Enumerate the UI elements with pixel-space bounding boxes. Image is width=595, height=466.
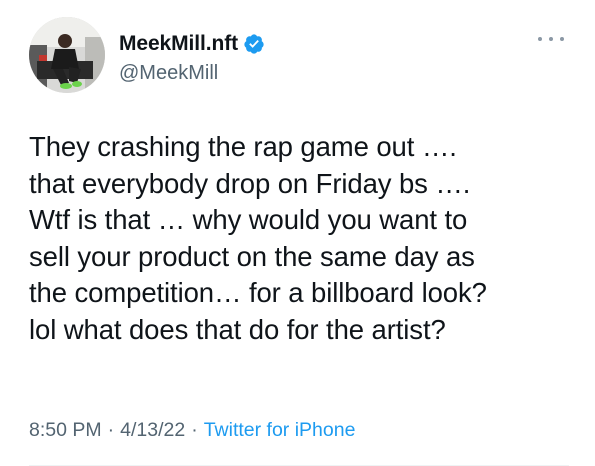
verified-badge-icon [243, 33, 265, 55]
tweet-text-line: lol what does that do for the artist? [29, 313, 446, 345]
tweet-source-link[interactable]: Twitter for iPhone [204, 419, 356, 441]
name-row: MeekMill.nft [119, 30, 265, 58]
meta-separator: · [107, 419, 115, 441]
tweet-metadata: 8:50 PM · 4/13/22 · Twitter for iPhone [29, 419, 355, 442]
tweet-text-line: They crashing the rap game out …. [29, 131, 457, 162]
tweet-text-line: the competition… for a billboard look? [29, 277, 487, 309]
avatar[interactable] [29, 17, 105, 93]
tweet-text: They crashing the rap game out …. that e… [29, 129, 589, 349]
avatar-photo [29, 17, 105, 93]
meta-separator: · [191, 419, 198, 441]
author-block: MeekMill.nft @MeekMill [119, 30, 265, 85]
tweet-text-line: that everybody drop on Friday bs …. [29, 167, 471, 199]
display-name[interactable]: MeekMill.nft [119, 32, 238, 56]
tweet-text-line: sell your product on the same day as [29, 240, 475, 272]
tweet-time[interactable]: 8:50 PM [29, 419, 102, 441]
tweet-card: MeekMill.nft @MeekMill They crashing the… [0, 0, 595, 466]
user-handle[interactable]: @MeekMill [119, 62, 265, 85]
more-horizontal-icon[interactable] [538, 33, 564, 45]
tweet-date[interactable]: 4/13/22 [120, 419, 185, 441]
tweet-text-line: Wtf is that … why would you want to [29, 204, 468, 236]
